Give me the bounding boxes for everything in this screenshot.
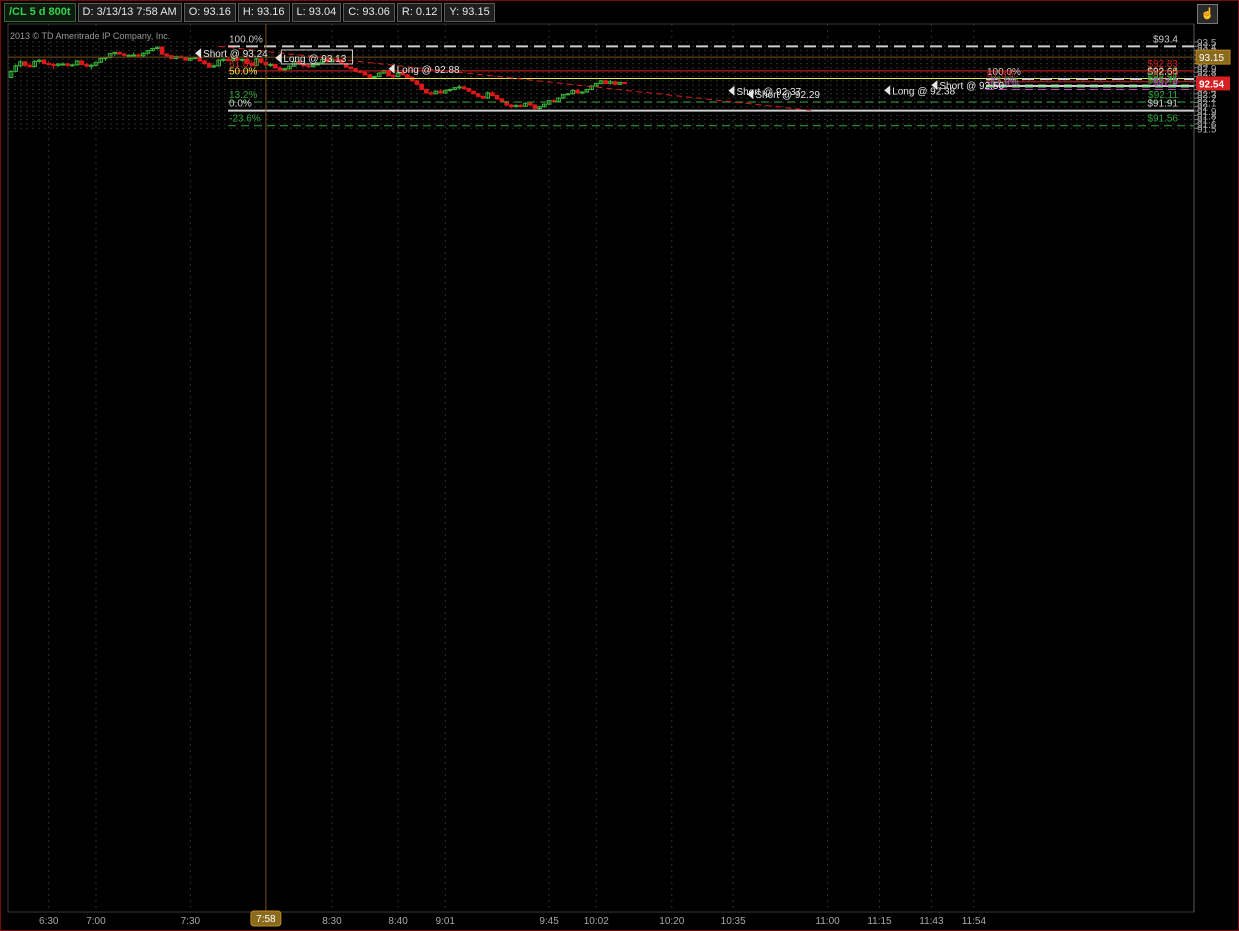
- x-tick-label: 10:35: [721, 916, 746, 927]
- candle-body: [159, 46, 165, 55]
- price-axis: 93.593.493.393.293.19392.992.892.792.692…: [1194, 38, 1231, 135]
- candle-body: [461, 86, 467, 90]
- price-chart[interactable]: 100.0% $93.461.8% $92.8350.0% $92.6613.2% $9…: [0, 0, 1239, 931]
- fib-level-price: $91.91: [1147, 99, 1178, 110]
- candle-body: [367, 74, 373, 78]
- y-tick-label: 91.5: [1197, 124, 1217, 135]
- candle-body: [428, 92, 434, 95]
- trade-label: Short @ 92.50: [939, 81, 1004, 92]
- candle-body: [164, 53, 170, 57]
- x-tick-label: 11:43: [919, 916, 944, 927]
- candle-body: [88, 64, 94, 67]
- chart-overlays: Short @ 93.24 Long @ 93.13 Long @ 92.88 Sho…: [8, 24, 1194, 912]
- fib-level-price: $93.4: [1153, 34, 1178, 45]
- candle-body: [532, 104, 538, 109]
- candle-body: [206, 63, 212, 68]
- candle-body: [466, 88, 472, 92]
- candle-body: [357, 70, 363, 73]
- candle-body: [117, 51, 122, 55]
- x-tick-label: 9:45: [539, 916, 559, 927]
- candle-body: [603, 80, 609, 84]
- x-tick-label: 6:30: [39, 916, 59, 927]
- candle-body: [306, 65, 311, 68]
- candle-body: [438, 90, 443, 94]
- fib-level-percent: -23.6%: [229, 114, 261, 125]
- candle-body: [121, 53, 127, 56]
- candle-body: [103, 57, 108, 60]
- candle-body: [126, 54, 132, 57]
- fib-level-percent: 0.0%: [229, 99, 252, 110]
- trade-label: Long @ 92.88: [397, 65, 460, 76]
- current-price-label: 92.54: [1199, 79, 1224, 90]
- trade-label: Short @ 92.29: [755, 90, 820, 101]
- fib-level-percent: 100.0%: [229, 34, 263, 45]
- x-tick-label: 11:00: [815, 916, 840, 927]
- x-tick-label: 9:01: [436, 916, 456, 927]
- candle-body: [579, 91, 585, 94]
- candle-body: [362, 71, 368, 76]
- candle-body: [277, 67, 283, 71]
- candle-body: [414, 80, 420, 85]
- fibonacci-levels: 100.0% $93.461.8% $92.8350.0% $92.6613.2% $9…: [228, 34, 1194, 127]
- candle-body: [499, 98, 505, 103]
- candle-body: [282, 68, 288, 71]
- x-tick-label: 11:15: [867, 916, 892, 927]
- candle-body: [622, 82, 627, 85]
- crosshair-price-label: 93.15: [1199, 53, 1224, 64]
- candle-body: [183, 57, 188, 61]
- candle-body: [60, 63, 66, 66]
- candle-body: [475, 93, 481, 97]
- plot-border: [7, 23, 1195, 913]
- candle-body: [409, 76, 415, 82]
- candle-body: [136, 54, 141, 57]
- candle-body: [424, 88, 429, 94]
- candle-body: [27, 64, 33, 68]
- candle-body: [65, 63, 70, 66]
- candle-body: [509, 104, 514, 108]
- candle-body: [131, 54, 137, 57]
- candle-body: [612, 81, 618, 85]
- candle-body: [84, 63, 89, 67]
- candle-body: [527, 102, 533, 106]
- x-tick-label: 7:00: [86, 916, 106, 927]
- fib-level-percent: 50.0%: [229, 66, 257, 77]
- trade-label: Short @ 93.24: [203, 49, 268, 60]
- candle-body: [22, 61, 28, 66]
- chart-grid: [7, 23, 1195, 913]
- time-axis: 6:30 7:00 7:30 8:30 8:40 9:01 9:45 10:02 10:20 10…: [39, 910, 987, 927]
- fib-level-price: $91.56: [1147, 114, 1178, 125]
- candle-body: [391, 75, 396, 78]
- candle-body: [372, 76, 377, 79]
- x-tick-label: 10:02: [584, 916, 609, 927]
- trade-label: Long @ 93.13: [283, 54, 346, 65]
- x-tick-label: 10:20: [659, 916, 684, 927]
- x-tick-label: 8:40: [388, 916, 408, 927]
- candle-body: [565, 93, 571, 96]
- candle-body: [490, 92, 495, 97]
- candle-body: [273, 63, 278, 69]
- fib-level-price: $92.4: [1153, 77, 1178, 88]
- candle-body: [419, 83, 424, 90]
- crosshair-time-label: 7:58: [256, 914, 276, 925]
- candle-body: [471, 90, 476, 95]
- candle-body: [348, 66, 354, 70]
- x-tick-label: 8:30: [322, 916, 342, 927]
- candle-body: [457, 86, 462, 89]
- candle-body: [41, 59, 47, 65]
- x-tick-label: 11:54: [962, 916, 987, 927]
- candle-body: [192, 57, 198, 60]
- candle-body: [268, 63, 273, 66]
- candle-body: [70, 64, 75, 67]
- candle-body: [202, 60, 207, 65]
- candle-body: [46, 63, 52, 66]
- candle-body: [494, 95, 500, 100]
- candle-body: [79, 60, 85, 65]
- candle-body: [51, 63, 56, 66]
- candle-body: [575, 89, 580, 94]
- x-tick-label: 7:30: [181, 916, 201, 927]
- candle-body: [447, 88, 453, 91]
- candle-body: [518, 104, 524, 107]
- candle-body: [480, 95, 486, 99]
